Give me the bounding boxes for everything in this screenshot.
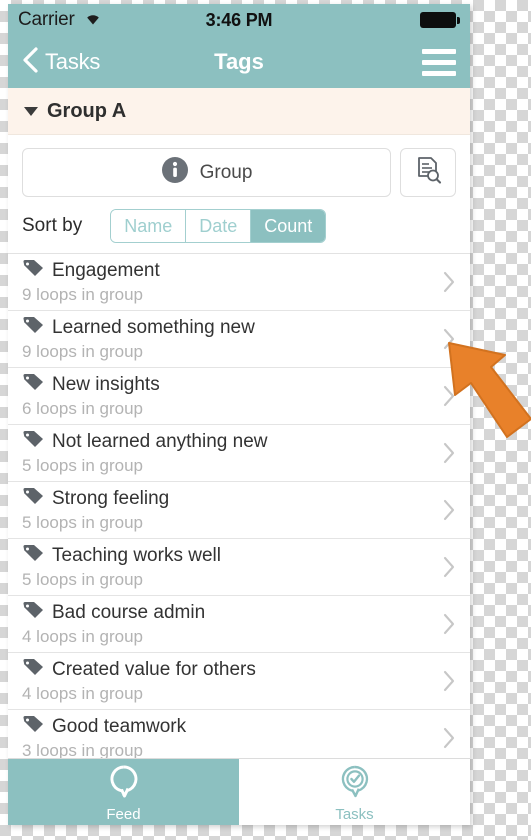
tab-tasks[interactable]: Tasks [239,759,470,825]
loop-bubble-icon [105,762,143,805]
tag-item-subtitle: 3 loops in group [22,741,143,758]
tag-item-content: Not learned anything new 5 loops in grou… [22,430,434,476]
sort-segmented-control[interactable]: Name Date Count [110,209,327,243]
document-search-button[interactable] [400,148,456,197]
tag-item-subtitle: 5 loops in group [22,513,143,532]
group-header[interactable]: Group A [8,88,470,135]
tag-list-item[interactable]: Created value for others 4 loops in grou… [8,653,470,710]
status-bar: Carrier 3:46 PM [8,4,470,36]
tag-list-item[interactable]: Bad course admin 4 loops in group [8,596,470,653]
chevron-right-icon [442,384,456,408]
tag-item-title: Bad course admin [52,601,206,623]
tag-item-subtitle: 9 loops in group [22,342,143,361]
tag-item-title: Created value for others [52,658,256,680]
phone-screen: Carrier 3:46 PM Tasks Tags Group A Group… [8,4,470,825]
tag-icon [22,316,44,339]
sort-option-date[interactable]: Date [186,210,252,242]
tab-tasks-label: Tasks [335,805,374,823]
chevron-right-icon [442,327,456,351]
carrier-label: Carrier [18,9,75,30]
action-row: Group [8,135,470,209]
tag-item-title: Engagement [52,259,160,281]
tag-icon [22,373,44,396]
chevron-right-icon [442,612,456,636]
group-button[interactable]: Group [22,148,391,197]
back-button[interactable]: Tasks [22,46,100,79]
tag-item-subtitle: 6 loops in group [22,399,143,418]
chevron-right-icon [442,555,456,579]
tab-bar: Feed Tasks [8,758,470,825]
tag-item-content: Bad course admin 4 loops in group [22,601,434,647]
chevron-right-icon [442,726,456,750]
tag-item-title: Good teamwork [52,715,187,737]
status-bar-left: Carrier [18,9,104,31]
tag-list[interactable]: Engagement 9 loops in group Learned some… [8,254,470,758]
tag-icon [22,487,44,510]
chevron-right-icon [442,441,456,465]
wifi-icon [82,9,104,31]
tag-icon [22,259,44,282]
tag-icon [22,430,44,453]
chevron-right-icon [442,498,456,522]
tag-list-item[interactable]: New insights 6 loops in group [8,368,470,425]
check-bubble-icon [336,762,374,805]
tag-item-subtitle: 4 loops in group [22,684,143,703]
nav-bar: Tasks Tags [8,36,470,88]
chevron-right-icon [442,669,456,693]
tab-feed[interactable]: Feed [8,759,239,825]
tag-list-item[interactable]: Engagement 9 loops in group [8,254,470,311]
back-button-label: Tasks [45,49,101,74]
tag-item-subtitle: 9 loops in group [22,285,143,304]
document-search-icon [413,155,443,190]
tag-list-item[interactable]: Strong feeling 5 loops in group [8,482,470,539]
tag-item-content: New insights 6 loops in group [22,373,434,419]
info-circle-icon [161,156,189,189]
tag-list-item[interactable]: Not learned anything new 5 loops in grou… [8,425,470,482]
hamburger-menu-icon[interactable] [422,48,456,76]
tag-item-content: Teaching works well 5 loops in group [22,544,434,590]
tag-item-content: Learned something new 9 loops in group [22,316,434,362]
tag-item-title: New insights [52,373,160,395]
tag-item-content: Engagement 9 loops in group [22,259,434,305]
tag-item-title: Not learned anything new [52,430,268,452]
chevron-left-icon [22,46,39,79]
tag-item-content: Strong feeling 5 loops in group [22,487,434,533]
tag-item-subtitle: 5 loops in group [22,570,143,589]
tag-list-item[interactable]: Learned something new 9 loops in group [8,311,470,368]
tag-item-title: Learned something new [52,316,255,338]
group-header-label: Group A [47,99,127,122]
chevron-right-icon [442,270,456,294]
tag-item-title: Strong feeling [52,487,170,509]
triangle-down-icon [24,106,38,116]
sort-option-name[interactable]: Name [111,210,187,242]
tag-item-subtitle: 4 loops in group [22,627,143,646]
group-button-label: Group [199,161,253,183]
tag-item-subtitle: 5 loops in group [22,456,143,475]
tag-icon [22,544,44,567]
tag-icon [22,715,44,738]
tag-list-item[interactable]: Teaching works well 5 loops in group [8,539,470,596]
sort-row: Sort by Name Date Count [8,209,470,254]
tag-icon [22,658,44,681]
sort-by-label: Sort by [22,215,83,236]
battery-full-icon [420,12,460,28]
tag-list-item[interactable]: Good teamwork 3 loops in group [8,710,470,758]
tab-feed-label: Feed [106,805,141,823]
tag-item-content: Created value for others 4 loops in grou… [22,658,434,704]
sort-option-count[interactable]: Count [251,210,326,242]
tag-icon [22,601,44,624]
tag-item-content: Good teamwork 3 loops in group [22,715,434,759]
tag-item-title: Teaching works well [52,544,221,566]
